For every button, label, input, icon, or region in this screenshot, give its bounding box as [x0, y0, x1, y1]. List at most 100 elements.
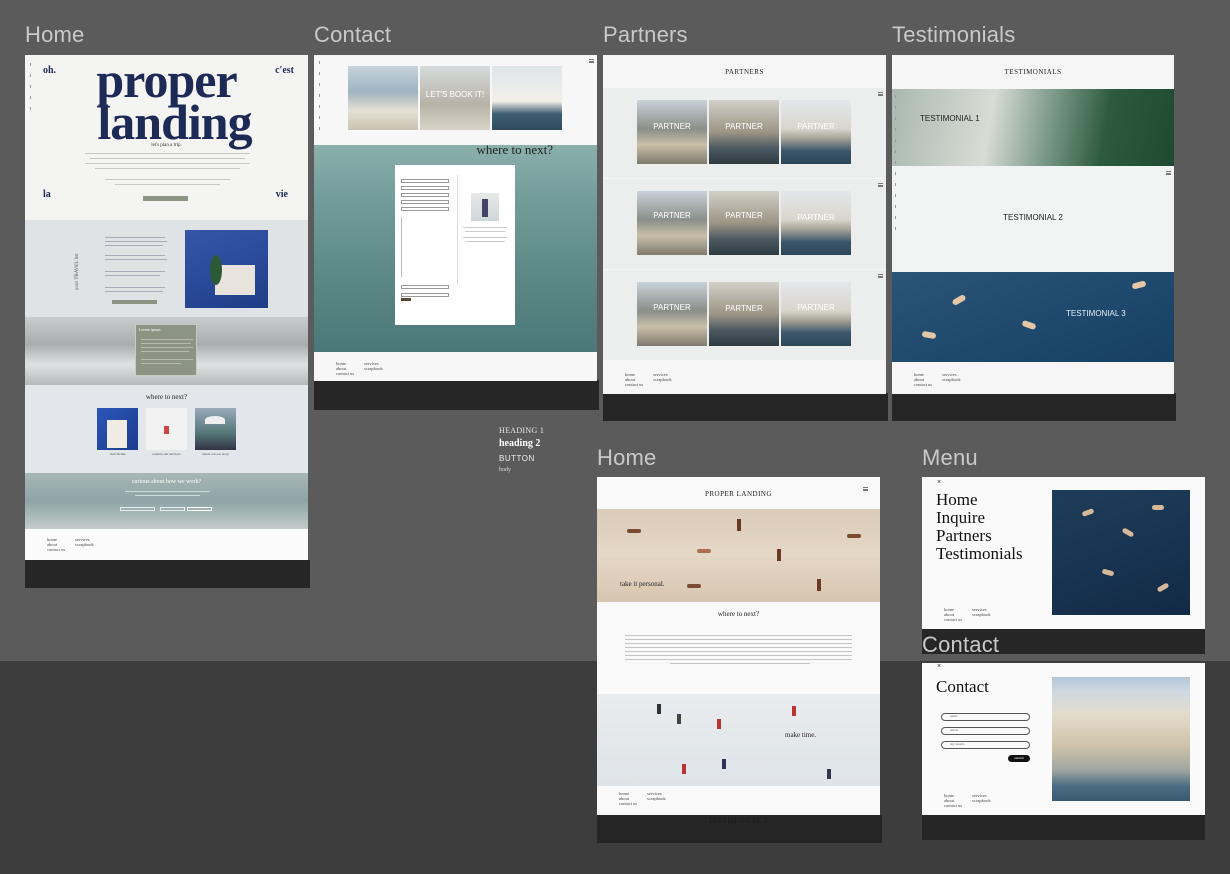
menu-frame[interactable]: × Home Inquire Partners Testimonials hom… — [922, 477, 1205, 629]
curious-submit[interactable] — [187, 507, 212, 511]
footer-contact-link[interactable]: contact us — [619, 801, 637, 806]
footer-scrapbook-link[interactable]: scrapbook — [364, 366, 383, 371]
card-image-services[interactable] — [146, 408, 187, 450]
contact-photo-3 — [492, 66, 562, 130]
footer-scrapbook-link[interactable]: scrapbook — [653, 377, 672, 382]
take-it-personal-text: take it personal. — [620, 580, 665, 588]
contact-photo-2: LET'S BOOK IT! — [420, 66, 490, 130]
style-button[interactable]: BUTTON — [499, 454, 535, 463]
testimonials-frame[interactable]: TESTIMONIALS TESTIMONIAL 1 TESTIMONIAL 2… — [892, 55, 1174, 394]
partner-card-2[interactable]: PARTNER — [709, 100, 779, 164]
partner-card-6[interactable]: PARTNER — [781, 191, 851, 255]
testimonial-1-section: TESTIMONIAL 1 — [892, 89, 1174, 166]
curious-section: curious about how we work? — [25, 473, 308, 529]
partner-card-5[interactable]: PARTNER — [709, 191, 779, 255]
testimonial-1-label: TESTIMONIAL 1 — [920, 114, 980, 123]
contact-input-1[interactable] — [401, 179, 449, 183]
partners-frame[interactable]: PARTNERS PARTNER PARTNER PARTNER PARTNER… — [603, 55, 886, 394]
frame-label-menu[interactable]: Menu — [922, 445, 978, 471]
contact-mobile-frame[interactable]: × Contact name email my details submit h… — [922, 663, 1205, 815]
contact-input-4[interactable] — [401, 200, 449, 204]
partner-card-1[interactable]: PARTNER — [637, 100, 707, 164]
testimonials-side-nav[interactable] — [895, 95, 897, 238]
partner-label-7: PARTNER — [653, 303, 691, 312]
partner-card-8[interactable]: PARTNER — [709, 282, 779, 346]
frame-label-partners[interactable]: Partners — [603, 22, 688, 48]
contact-sea-section: where to next? — [314, 145, 597, 352]
footer-contact-link[interactable]: contact us — [914, 382, 932, 387]
testimonials-title: TESTIMONIALS — [1004, 68, 1062, 76]
footer-contact-link[interactable]: contact us — [944, 617, 962, 622]
hero-title-landing: landing — [97, 94, 252, 150]
footer-contact-link[interactable]: contact us — [625, 382, 643, 387]
footer-contact-link[interactable]: contact us — [47, 547, 65, 552]
footer-contact-link[interactable]: contact us — [944, 803, 962, 808]
contact-input-6[interactable] — [401, 285, 449, 289]
partner-card-7[interactable]: PARTNER — [637, 282, 707, 346]
testimonial-2-section: TESTIMONIAL 2 — [892, 166, 1174, 272]
partner-card-3[interactable]: PARTNER — [781, 100, 851, 164]
contact-input-2[interactable] — [401, 186, 449, 190]
contact-side-nav[interactable] — [319, 61, 321, 138]
frame-label-home[interactable]: Home — [25, 22, 85, 48]
footer-scrapbook-link[interactable]: scrapbook — [972, 798, 991, 803]
home-frame-dark-footer — [25, 560, 310, 588]
footer-scrapbook-link[interactable]: scrapbook — [972, 612, 991, 617]
contact-submit-button[interactable]: submit — [1008, 755, 1030, 762]
frame-label-home-mobile[interactable]: Home — [597, 445, 657, 471]
card-image-story[interactable] — [195, 408, 236, 450]
menu-item-testimonials[interactable]: Testimonials — [936, 545, 1023, 563]
menu-item-partners[interactable]: Partners — [936, 527, 992, 545]
menu-item-inquire[interactable]: Inquire — [936, 509, 985, 527]
contact-photo-1 — [348, 66, 418, 130]
frame-label-contact-mobile[interactable]: Contact — [922, 632, 999, 658]
hero-button[interactable] — [143, 196, 188, 201]
partner-card-9[interactable]: PARTNER — [781, 282, 851, 346]
menu-item-home[interactable]: Home — [936, 491, 978, 509]
partner-label-2: PARTNER — [725, 122, 763, 131]
testimonial-3-label: TESTIMONIAL 3 — [1066, 309, 1126, 318]
contact-input-7[interactable] — [401, 293, 449, 297]
footer-scrapbook-link[interactable]: scrapbook — [942, 377, 961, 382]
curious-field-1[interactable] — [120, 507, 155, 511]
testimonial-3-section: TESTIMONIAL 3 — [892, 272, 1174, 362]
contact-close-icon[interactable]: × — [937, 663, 941, 670]
contact-name-field[interactable]: name — [941, 713, 1030, 721]
contact-email-field[interactable]: email — [941, 727, 1030, 735]
mobile-home-menu-icon[interactable] — [863, 487, 868, 491]
contact-details-field[interactable]: my details — [941, 741, 1030, 749]
frame-label-testimonials[interactable]: Testimonials — [892, 22, 1015, 48]
partners-menu-icon-2[interactable] — [878, 183, 883, 187]
style-body[interactable]: body — [499, 467, 511, 473]
style-heading-1[interactable]: HEADING 1 — [499, 426, 544, 435]
home-frame[interactable]: oh. c'est proper landing let's plan a tr… — [25, 55, 308, 560]
footer-scrapbook-link[interactable]: scrapbook — [647, 796, 666, 801]
partners-menu-icon-3[interactable] — [878, 274, 883, 278]
card-image-sicilia[interactable] — [97, 408, 138, 450]
contact-submit[interactable] — [401, 298, 411, 301]
travel-button[interactable] — [112, 300, 157, 304]
card-title-story: check out our story — [202, 452, 229, 456]
home-footer-links: home services about scrapbook contact us — [47, 537, 94, 552]
contact-input-3[interactable] — [401, 193, 449, 197]
home-mobile-frame[interactable]: PROPER LANDING take it personal. where t… — [597, 477, 880, 815]
callout-card: Lorem ipsum — [135, 324, 197, 376]
style-heading-2[interactable]: heading 2 — [499, 438, 540, 449]
contact-form-card — [395, 165, 515, 325]
contact-input-5[interactable] — [401, 207, 449, 211]
partners-menu-icon-1[interactable] — [878, 92, 883, 96]
partner-card-4[interactable]: PARTNER — [637, 191, 707, 255]
testimonials-footer-links: home services about scrapbook contact us — [914, 372, 961, 387]
ghost-testimonial-label: TESTIMONIAL 3 — [708, 816, 768, 825]
card-title-services: explore our services — [152, 452, 181, 456]
contact-mobile-title: Contact — [936, 677, 989, 696]
contact-menu-icon[interactable] — [589, 59, 594, 63]
curious-field-2[interactable] — [160, 507, 185, 511]
footer-scrapbook-link[interactable]: scrapbook — [75, 542, 94, 547]
partner-label-3: PARTNER — [797, 122, 835, 131]
contact-frame[interactable]: LET'S BOOK IT! where to next? home servic… — [314, 55, 597, 381]
menu-close-icon[interactable]: × — [937, 479, 941, 486]
frame-label-contact[interactable]: Contact — [314, 22, 391, 48]
testimonials-menu-icon[interactable] — [1166, 171, 1171, 175]
footer-contact-link[interactable]: contact us — [336, 371, 354, 376]
